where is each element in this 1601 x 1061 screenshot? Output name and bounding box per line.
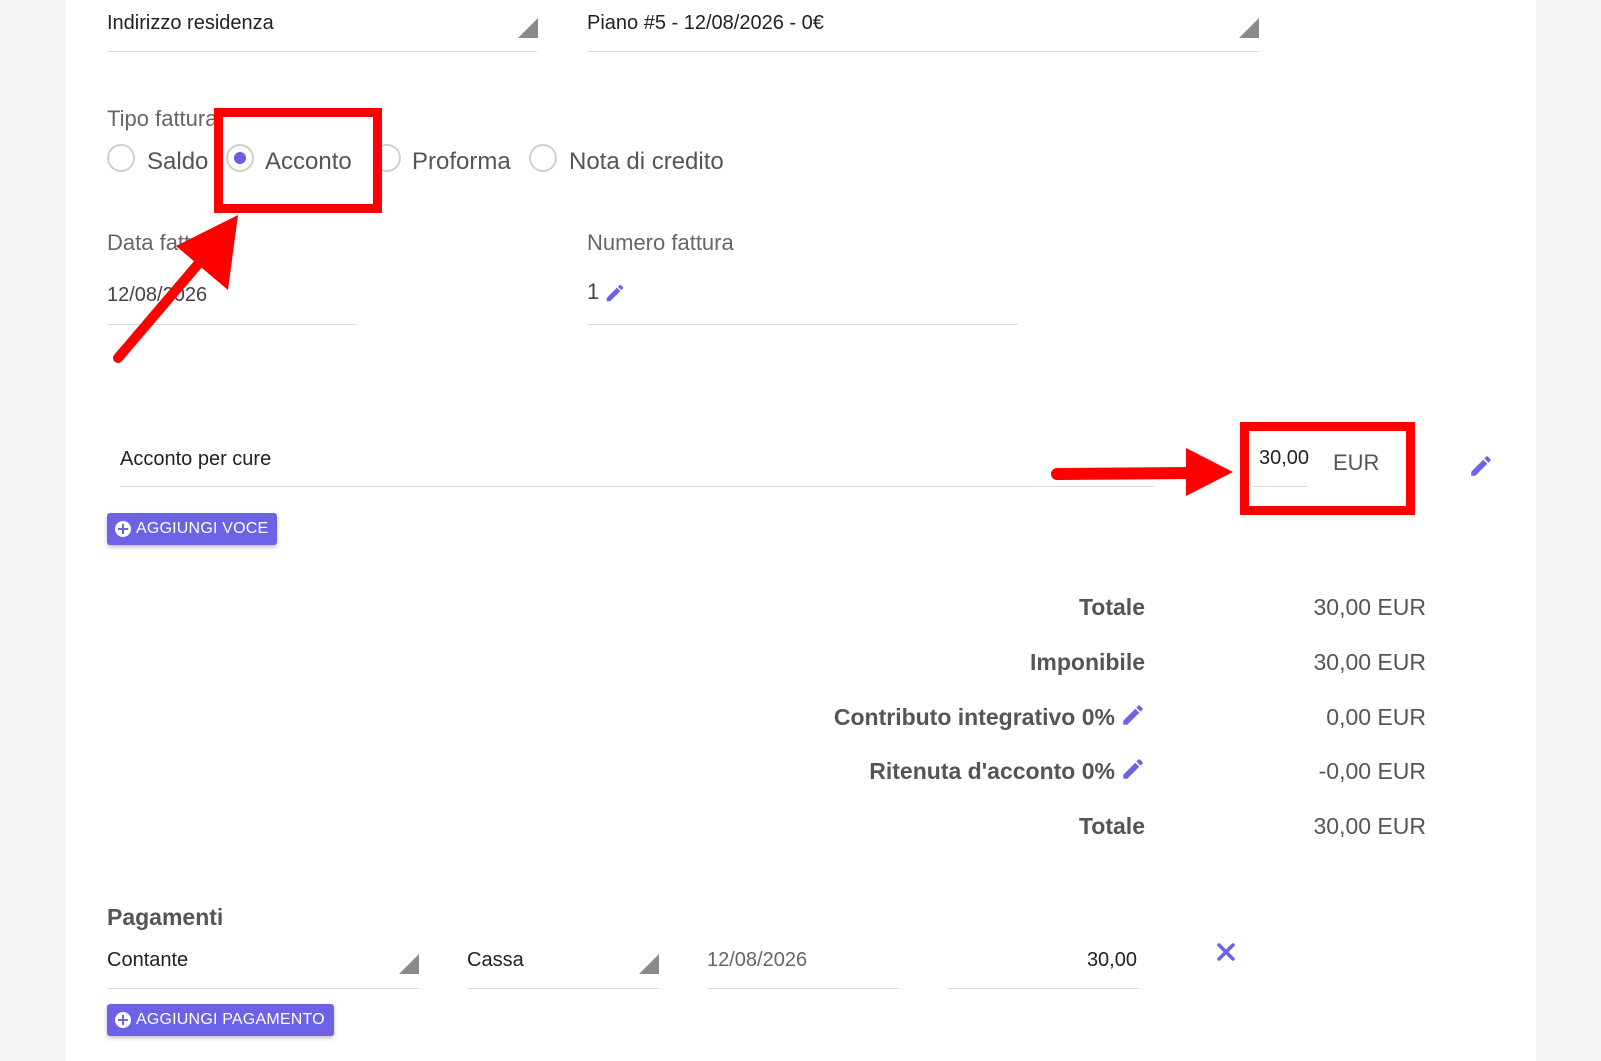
arrow-icon [1051,448,1233,496]
